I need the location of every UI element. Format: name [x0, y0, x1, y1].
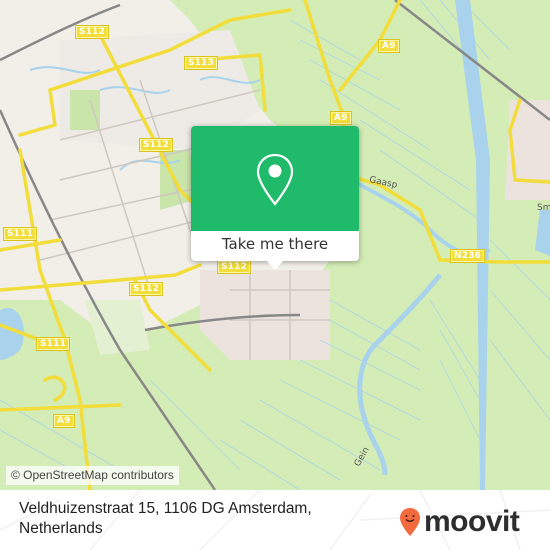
moovit-pin-icon [400, 508, 420, 536]
map-view[interactable]: S112 S113 S112 S111 S112 S112 S111 A9 A9… [0, 0, 550, 550]
place-label: Sm [537, 203, 550, 213]
road-shield: A9 [53, 414, 75, 428]
road-shield: S112 [75, 25, 110, 39]
road-shield: S111 [3, 227, 38, 241]
popup-pointer [267, 261, 283, 270]
popup-header [191, 126, 359, 231]
road-shield: S113 [184, 56, 219, 70]
footer: Veldhuizenstraat 15, 1106 DG Amsterdam, … [0, 490, 550, 550]
road-shield: S112 [139, 138, 174, 152]
road-shield: S112 [129, 282, 164, 296]
address-line-1: Veldhuizenstraat 15, 1106 DG Amsterdam, [19, 500, 312, 517]
moovit-wordmark: moovit [424, 505, 520, 538]
take-me-there-button[interactable]: Take me there [191, 231, 359, 261]
address-line-2: Netherlands [19, 520, 103, 537]
road-shield: N236 [450, 249, 486, 263]
location-popup: Take me there [191, 126, 359, 270]
road-shield: A9 [330, 111, 352, 125]
road-shield: S112 [217, 260, 252, 274]
map-pin-icon [256, 153, 294, 206]
road-shield: A9 [378, 39, 400, 53]
address-text: Veldhuizenstraat 15, 1106 DG Amsterdam, … [19, 499, 359, 539]
road-shield: S111 [36, 337, 71, 351]
moovit-logo[interactable]: moovit [399, 505, 520, 539]
map-attribution[interactable]: © OpenStreetMap contributors [6, 466, 179, 485]
